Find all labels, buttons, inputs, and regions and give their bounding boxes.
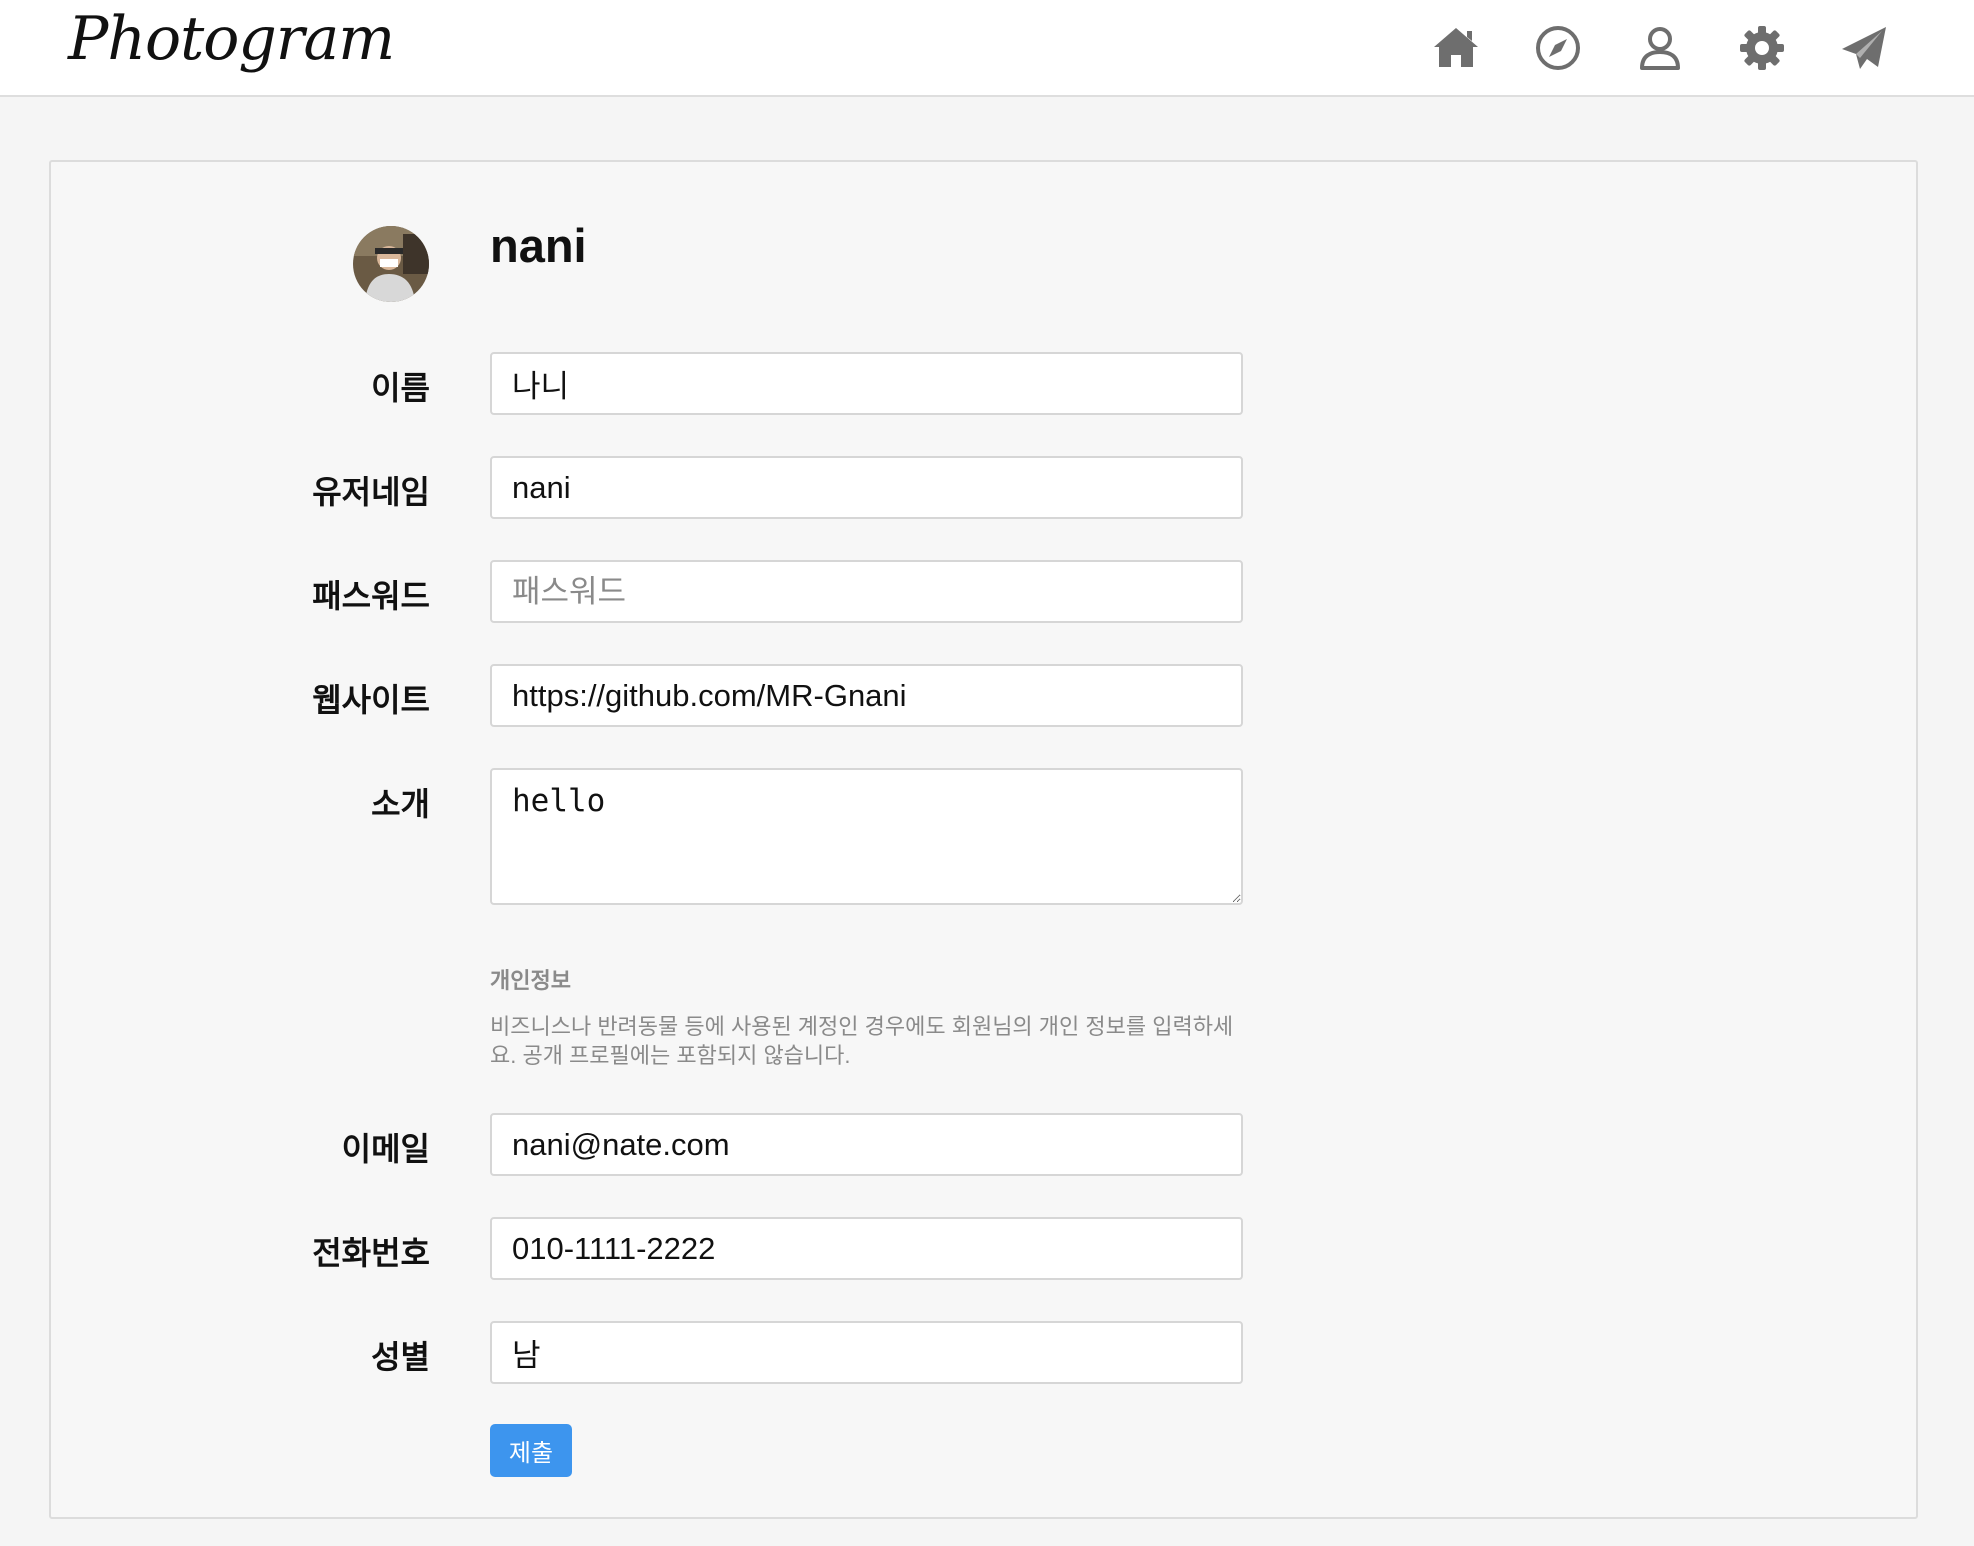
logo[interactable]: Photogram (68, 4, 395, 74)
password-label: 패스워드 (312, 578, 430, 614)
website-label: 웹사이트 (312, 682, 430, 718)
phone-field[interactable] (490, 1217, 1243, 1280)
username-label: 유저네임 (312, 474, 430, 510)
compass-icon[interactable] (1532, 22, 1584, 74)
website-field[interactable] (490, 664, 1243, 727)
submit-button[interactable]: 제출 (490, 1424, 572, 1477)
nav-icons (1430, 22, 1890, 74)
password-field[interactable] (490, 560, 1243, 623)
name-label: 이름 (371, 370, 430, 406)
phone-label: 전화번호 (312, 1235, 430, 1271)
gear-icon[interactable] (1736, 22, 1788, 74)
top-navbar: Photogram (0, 0, 1974, 97)
user-icon[interactable] (1634, 22, 1686, 74)
profile-username: nani (490, 219, 587, 272)
email-label: 이메일 (341, 1131, 430, 1167)
private-info-description: 비즈니스나 반려동물 등에 사용된 계정인 경우에도 회원님의 개인 정보를 입… (490, 1014, 1234, 1068)
name-field[interactable] (490, 352, 1243, 415)
gender-label: 성별 (371, 1339, 430, 1375)
bio-label: 소개 (371, 786, 430, 822)
private-info-title: 개인정보 (490, 968, 571, 993)
home-icon[interactable] (1430, 22, 1482, 74)
gender-field[interactable] (490, 1321, 1243, 1384)
bio-textarea[interactable]: hello (490, 768, 1243, 905)
send-icon[interactable] (1838, 22, 1890, 74)
username-field[interactable] (490, 456, 1243, 519)
email-field[interactable] (490, 1113, 1243, 1176)
avatar[interactable] (353, 226, 429, 302)
